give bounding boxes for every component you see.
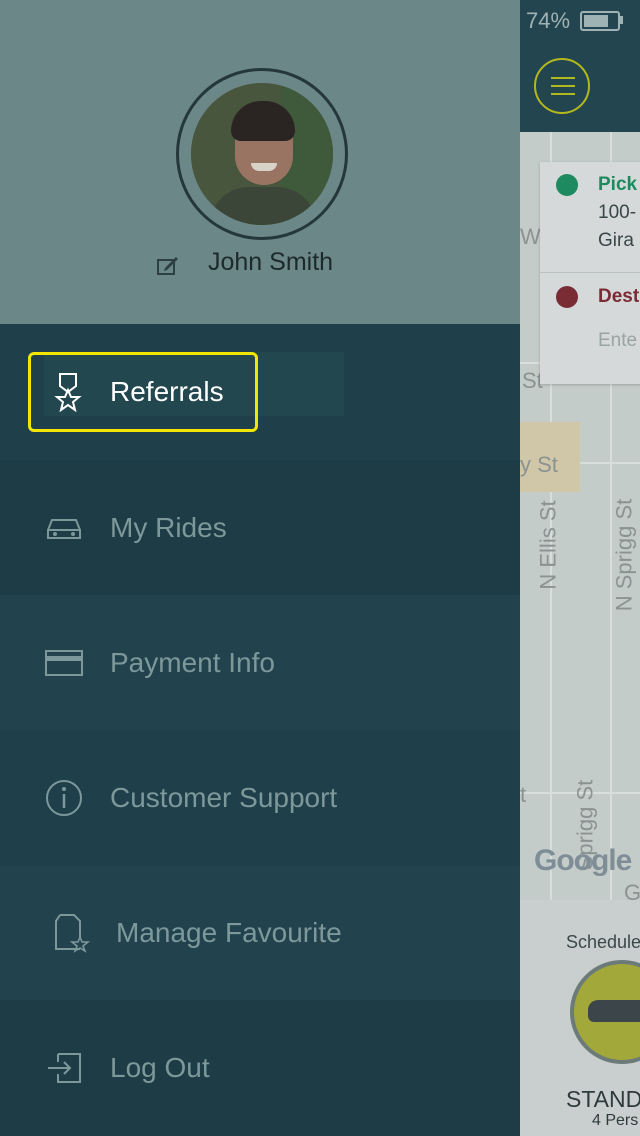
destination-label: Dest [598,286,640,307]
street-label: y St [520,452,558,477]
street-label: t [520,782,527,807]
destination-input[interactable]: Ente [598,330,637,352]
profile-header: John Smith [0,0,520,324]
car-icon [47,519,81,539]
menu-item-customer-support[interactable]: Customer Support [0,730,520,866]
menu-item-label: My Rides [110,512,227,543]
menu-item-label: Manage Favourite [116,917,342,948]
profile-name: John Smith [208,248,334,276]
battery-icon [580,11,620,31]
menu-item-log-out[interactable]: Log Out [0,1000,520,1136]
battery-percentage: 74% [526,8,571,33]
street-label: N Ellis St [535,500,561,590]
vehicle-panel: Schedule STAND 4 Pers [520,900,640,1136]
menu-item-label: Payment Info [110,647,275,678]
menu-item-label: Customer Support [110,782,338,813]
pickup-label: Pick [598,174,638,195]
status-bar: 74% [520,0,640,40]
menu-item-manage-favourite[interactable]: Manage Favourite [0,865,520,1001]
edit-icon[interactable] [156,254,180,278]
street-label: N Sprigg St [611,498,637,612]
google-logo: Google [534,844,632,877]
avatar-ring [176,68,348,240]
menu-item-my-rides[interactable]: My Rides [0,460,520,596]
pickup-address-line2: Gira [598,230,634,251]
route-card[interactable]: Pick 100- Gira Dest Ente [540,162,640,384]
info-icon [46,780,82,816]
navigation-drawer: John Smith Referrals My Rides Payment In… [0,0,520,1136]
schedule-label[interactable]: Schedule [566,932,640,953]
favourite-document-icon [55,914,90,953]
pickup-dot-icon [556,174,578,196]
app-header [520,40,640,132]
vehicle-name: STAND [566,1086,640,1112]
pickup-address-line1: 100- [598,202,637,223]
referrals-highlight-box [28,352,258,432]
menu-item-label: Log Out [110,1052,210,1083]
destination-dot-icon [556,286,578,308]
hamburger-menu-button[interactable] [534,58,590,114]
avatar[interactable] [191,83,333,225]
menu-item-payment-info[interactable]: Payment Info [0,595,520,731]
car-icon [588,1000,640,1022]
vehicle-capacity: 4 Pers [592,1112,639,1129]
logout-icon [48,1053,81,1083]
street-label: W [520,224,541,249]
background-app: 74% W St y St N Ellis St N Sprigg St Spr… [520,0,640,1136]
vehicle-option[interactable] [570,960,640,1064]
credit-card-icon [45,650,83,676]
